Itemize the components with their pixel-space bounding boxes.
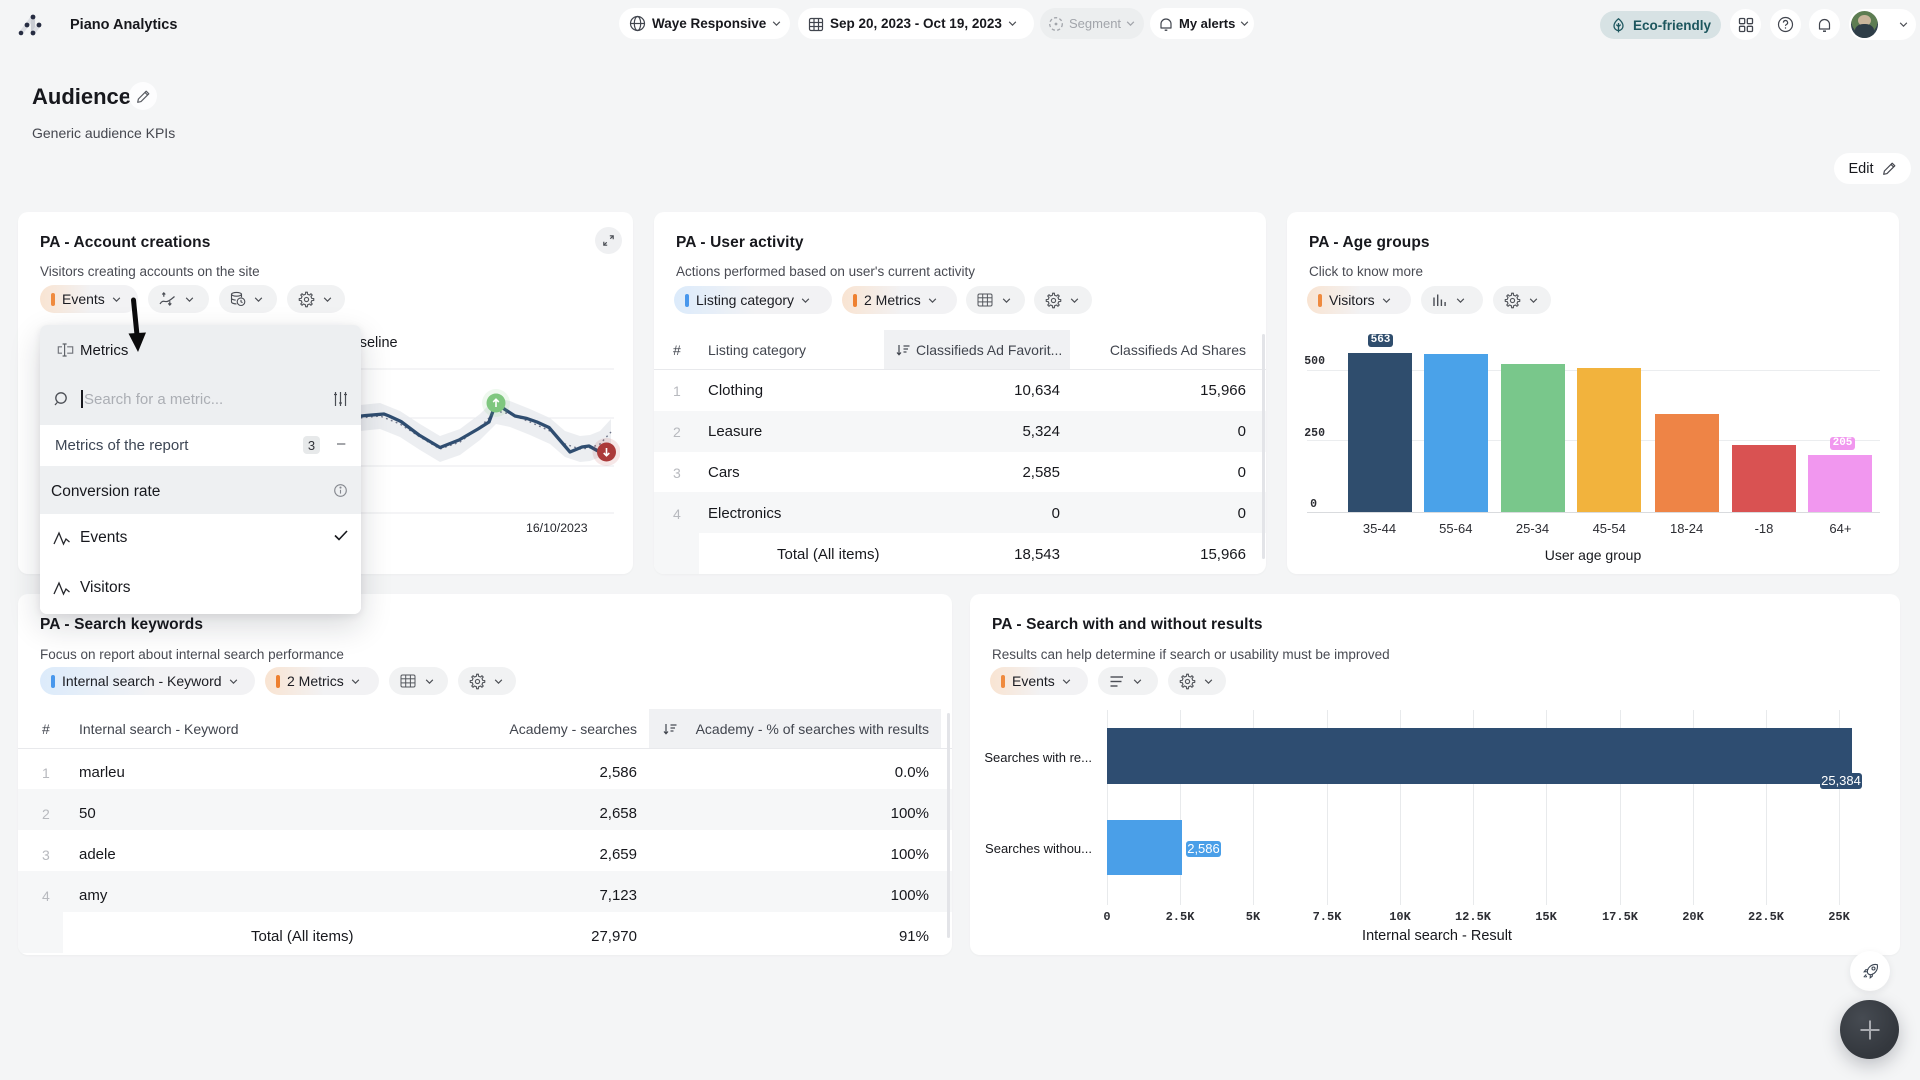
svg-text:16/10/2023: 16/10/2023 xyxy=(526,521,588,535)
